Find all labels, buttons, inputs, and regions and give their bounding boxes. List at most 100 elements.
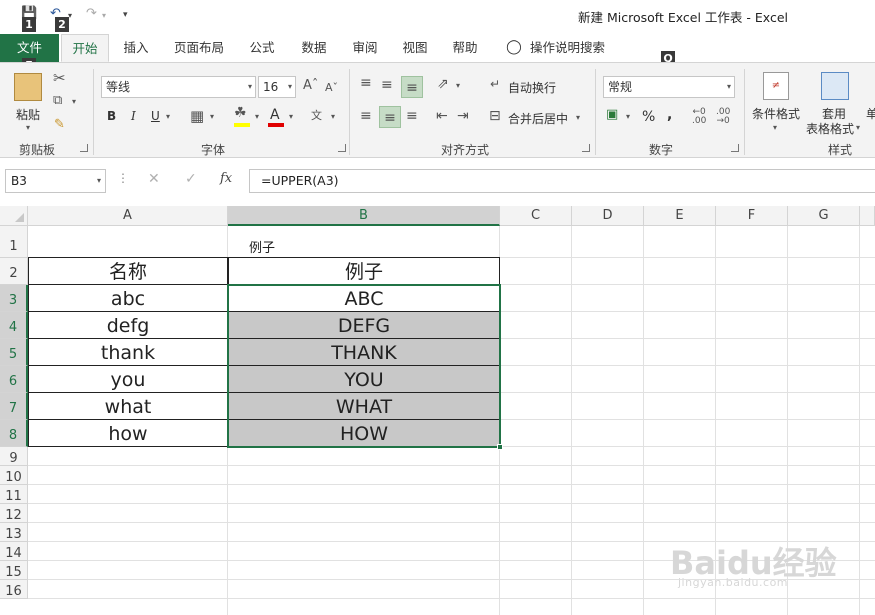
align-top-icon[interactable]: ≡ <box>360 75 372 91</box>
row-header-14[interactable]: 14 <box>0 542 28 561</box>
row-header-16[interactable]: 16 <box>0 580 28 599</box>
accounting-format-icon[interactable]: ▣ <box>606 107 618 122</box>
merge-center-button[interactable]: 合并后居中 <box>508 110 568 127</box>
column-header-h[interactable] <box>860 206 875 226</box>
number-format-combo[interactable]: 常规 ▾ <box>603 76 735 98</box>
customize-toolbar-icon[interactable]: ▾ <box>123 10 128 20</box>
wrap-text-button[interactable]: 自动换行 <box>508 79 556 96</box>
tab-home[interactable]: 开始 <box>61 34 109 62</box>
row-header-10[interactable]: 10 <box>0 466 28 485</box>
underline-dropdown-icon[interactable]: ▾ <box>166 112 170 121</box>
font-size-dropdown-icon[interactable]: ▾ <box>288 77 292 97</box>
font-name-combo[interactable]: 等线 ▾ <box>101 76 256 98</box>
font-color-icon[interactable]: A <box>270 107 280 123</box>
number-launcher-icon[interactable] <box>731 144 739 152</box>
cell-a6[interactable]: you <box>28 366 228 393</box>
tab-insert[interactable]: 插入 <box>115 34 157 62</box>
phonetic-dropdown-icon[interactable]: ▾ <box>331 112 335 121</box>
cancel-icon[interactable]: ✕ <box>148 171 160 187</box>
orientation-dropdown-icon[interactable]: ▾ <box>456 81 460 90</box>
shrink-font-icon[interactable]: Aˇ <box>325 81 338 94</box>
merge-center-icon[interactable]: ⊟ <box>489 108 501 124</box>
cell-b7[interactable]: WHAT <box>228 393 500 420</box>
format-as-table-dropdown-icon[interactable]: ▾ <box>856 123 860 132</box>
row-header-11[interactable]: 11 <box>0 485 28 504</box>
clipboard-launcher-icon[interactable] <box>80 144 88 152</box>
decrease-indent-icon[interactable]: ⇤ <box>436 108 448 124</box>
column-header-d[interactable]: D <box>572 206 644 226</box>
row-header-1[interactable]: 1 <box>0 226 28 258</box>
row-header-7[interactable]: 7 <box>0 393 28 420</box>
column-header-g[interactable]: G <box>788 206 860 226</box>
formula-input[interactable]: =UPPER(A3) <box>249 169 875 193</box>
font-size-combo[interactable]: 16 ▾ <box>258 76 296 98</box>
decrease-decimal-icon[interactable]: .00 →0 <box>716 108 730 126</box>
align-center-icon[interactable]: ≡ <box>379 106 401 128</box>
name-box-dropdown-icon[interactable]: ▾ <box>97 170 101 192</box>
fill-color-icon[interactable]: ☘ <box>234 105 247 121</box>
redo-dropdown-icon[interactable]: ▾ <box>102 11 106 20</box>
more-options-icon[interactable]: ⋮ <box>117 171 129 185</box>
row-header-3[interactable]: 3 <box>0 285 28 312</box>
borders-icon[interactable]: ▦ <box>190 107 204 125</box>
increase-indent-icon[interactable]: ⇥ <box>457 108 469 124</box>
cell-a8[interactable]: how <box>28 420 228 447</box>
cell-a3[interactable]: abc <box>28 285 228 312</box>
row-header-9[interactable]: 9 <box>0 447 28 466</box>
column-header-c[interactable]: C <box>500 206 572 226</box>
copy-dropdown-icon[interactable]: ▾ <box>72 97 76 106</box>
cell-styles-button[interactable]: 单 <box>866 105 875 122</box>
wrap-text-icon[interactable]: ↵ <box>490 77 500 91</box>
tab-view[interactable]: 视图 <box>394 34 436 62</box>
lightbulb-icon[interactable]: ◯ <box>505 34 523 62</box>
cell-b8[interactable]: HOW <box>228 420 500 447</box>
cell-b1[interactable]: 例子 <box>228 239 500 258</box>
format-as-table-icon[interactable] <box>821 72 849 100</box>
fill-color-dropdown-icon[interactable]: ▾ <box>255 112 259 121</box>
row-header-13[interactable]: 13 <box>0 523 28 542</box>
insert-function-button[interactable]: fx <box>220 171 232 186</box>
row-header-5[interactable]: 5 <box>0 339 28 366</box>
column-header-f[interactable]: F <box>716 206 788 226</box>
cell-a2[interactable]: 名称 <box>28 258 228 285</box>
grow-font-icon[interactable]: Aˆ <box>303 78 318 93</box>
font-color-dropdown-icon[interactable]: ▾ <box>289 112 293 121</box>
row-header-12[interactable]: 12 <box>0 504 28 523</box>
alignment-launcher-icon[interactable] <box>582 144 590 152</box>
cell-b2[interactable]: 例子 <box>228 258 500 285</box>
cell-b5[interactable]: THANK <box>228 339 500 366</box>
orientation-icon[interactable]: ⇗ <box>437 76 449 92</box>
align-left-icon[interactable]: ≡ <box>360 108 372 124</box>
percent-style-icon[interactable]: % <box>642 109 655 125</box>
paste-button[interactable]: 粘贴 <box>16 106 40 123</box>
align-middle-icon[interactable]: ≡ <box>381 77 393 93</box>
tab-data[interactable]: 数据 <box>292 34 336 62</box>
align-bottom-icon[interactable]: ≡ <box>401 76 423 98</box>
redo-icon[interactable]: ↷ <box>86 6 97 21</box>
number-format-dropdown-icon[interactable]: ▾ <box>727 77 731 97</box>
accounting-dropdown-icon[interactable]: ▾ <box>626 112 630 121</box>
row-header-8[interactable]: 8 <box>0 420 28 447</box>
cell-a5[interactable]: thank <box>28 339 228 366</box>
column-header-b[interactable]: B <box>228 206 500 226</box>
underline-button[interactable]: U <box>151 109 160 123</box>
copy-icon[interactable]: ⧉ <box>53 93 62 108</box>
bold-button[interactable]: B <box>107 109 116 123</box>
increase-decimal-icon[interactable]: ←0.00 <box>692 108 706 126</box>
cell-b6[interactable]: YOU <box>228 366 500 393</box>
column-header-e[interactable]: E <box>644 206 716 226</box>
fill-handle[interactable] <box>497 444 503 450</box>
italic-button[interactable]: I <box>131 109 136 123</box>
cell-b4[interactable]: DEFG <box>228 312 500 339</box>
format-as-table-line2[interactable]: 表格格式 <box>806 120 854 137</box>
name-box[interactable]: B3 ▾ <box>5 169 106 193</box>
row-header-2[interactable]: 2 <box>0 258 28 285</box>
format-painter-icon[interactable]: ✎ <box>54 117 65 132</box>
cut-icon[interactable]: ✂ <box>53 69 66 87</box>
paste-dropdown-icon[interactable]: ▾ <box>26 123 30 132</box>
row-header-6[interactable]: 6 <box>0 366 28 393</box>
conditional-formatting-icon[interactable]: ≠ <box>763 72 789 100</box>
merge-dropdown-icon[interactable]: ▾ <box>576 113 580 122</box>
row-header-15[interactable]: 15 <box>0 561 28 580</box>
paste-icon[interactable] <box>14 73 42 101</box>
